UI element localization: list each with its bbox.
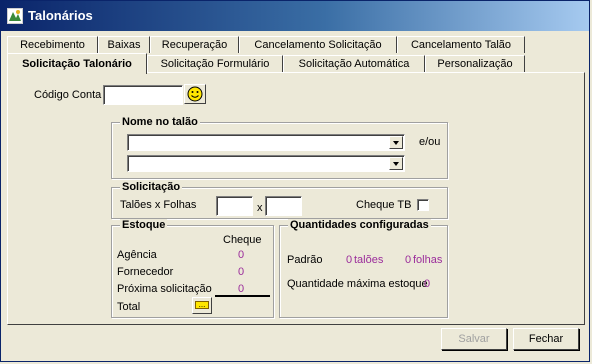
tab-recebimento[interactable]: Recebimento: [7, 36, 98, 53]
solicitacao-title: Solicitação: [120, 181, 183, 193]
cheque-tb-checkbox[interactable]: [417, 199, 429, 211]
app-icon: [7, 8, 23, 24]
tab-label: Solicitação Formulário: [160, 58, 270, 70]
tab-label: Solicitação Automática: [298, 58, 410, 70]
fechar-label: Fechar: [528, 333, 564, 345]
folhas-input[interactable]: [265, 196, 302, 216]
tab-label: Recebimento: [20, 39, 85, 51]
tab-label: Cancelamento Solicitação: [254, 39, 382, 51]
estoque-fornecedor-label: Fornecedor: [117, 266, 174, 278]
quantidades-title: Quantidades configuradas: [288, 219, 431, 231]
smiley-search-button[interactable]: [184, 84, 206, 104]
salvar-label: Salvar: [458, 333, 490, 345]
tab-cancelamento-solicitacao[interactable]: Cancelamento Solicitação: [239, 36, 397, 53]
tab-recuperacao[interactable]: Recuperação: [150, 36, 239, 53]
nome-talao-combo-1[interactable]: [127, 134, 405, 151]
tab-solicitacao-formulario[interactable]: Solicitação Formulário: [147, 55, 283, 72]
tab-label: Cancelamento Talão: [410, 39, 512, 51]
tab-baixas[interactable]: Baixas: [98, 36, 150, 53]
window-title: Talonários: [28, 8, 93, 23]
estoque-title: Estoque: [120, 219, 168, 231]
tab-label: Recuperação: [161, 39, 228, 51]
tab-label: Personalização: [437, 58, 513, 70]
total-divider: [215, 295, 270, 297]
tab-personalizacao[interactable]: Personalização: [425, 55, 525, 72]
taloes-input[interactable]: [216, 196, 253, 216]
quantidade-maxima-label: Quantidade máxima estoque: [287, 278, 428, 290]
title-bar: Talonários: [1, 1, 589, 31]
estoque-agencia-label: Agência: [117, 249, 157, 261]
padrao-taloes-value: 0: [346, 254, 353, 266]
cheque-tb-label: Cheque TB: [356, 199, 412, 211]
tab-solicitacao-talonario[interactable]: Solicitação Talonário: [7, 53, 147, 74]
total-button-label: ...: [195, 301, 209, 309]
fechar-button[interactable]: Fechar: [513, 328, 579, 350]
estoque-proxima-label: Próxima solicitação: [117, 283, 212, 295]
chevron-down-icon[interactable]: [389, 157, 403, 170]
codigo-conta-label: Código Conta: [34, 89, 102, 101]
tab-solicitacao-automatica[interactable]: Solicitação Automática: [283, 55, 425, 72]
codigo-conta-input[interactable]: [103, 85, 183, 105]
padrao-taloes-label: talões: [354, 254, 384, 266]
chevron-down-icon[interactable]: [389, 136, 403, 149]
estoque-total-label: Total: [117, 301, 141, 313]
padrao-folhas-value: 0: [405, 254, 412, 266]
tab-label: Baixas: [107, 39, 141, 51]
eou-label: e/ou: [419, 136, 441, 148]
estoque-agencia-value: 0: [238, 249, 245, 261]
estoque-fornecedor-value: 0: [238, 266, 245, 278]
talonarios-window: Talonários Recebimento Baixas Recuperaçã…: [0, 0, 590, 362]
salvar-button[interactable]: Salvar: [441, 328, 507, 350]
nome-talao-combo-2[interactable]: [127, 155, 405, 172]
estoque-proxima-value: 0: [238, 283, 245, 295]
padrao-folhas-label: folhas: [413, 254, 443, 266]
tab-label: Solicitação Talonário: [22, 58, 132, 70]
estoque-cheque-header: Cheque: [223, 234, 262, 246]
tab-cancelamento-talao[interactable]: Cancelamento Talão: [397, 36, 525, 53]
quantidade-maxima-value: 0: [424, 278, 431, 290]
padrao-label: Padrão: [287, 254, 323, 266]
taloes-folhas-label: Talões x Folhas: [120, 199, 197, 211]
quantidades-group: Quantidades configuradas: [279, 219, 448, 318]
total-button[interactable]: ...: [192, 297, 212, 314]
smiley-icon: [187, 86, 203, 102]
x-label: x: [257, 202, 263, 214]
nome-talao-title: Nome no talão: [120, 116, 200, 128]
